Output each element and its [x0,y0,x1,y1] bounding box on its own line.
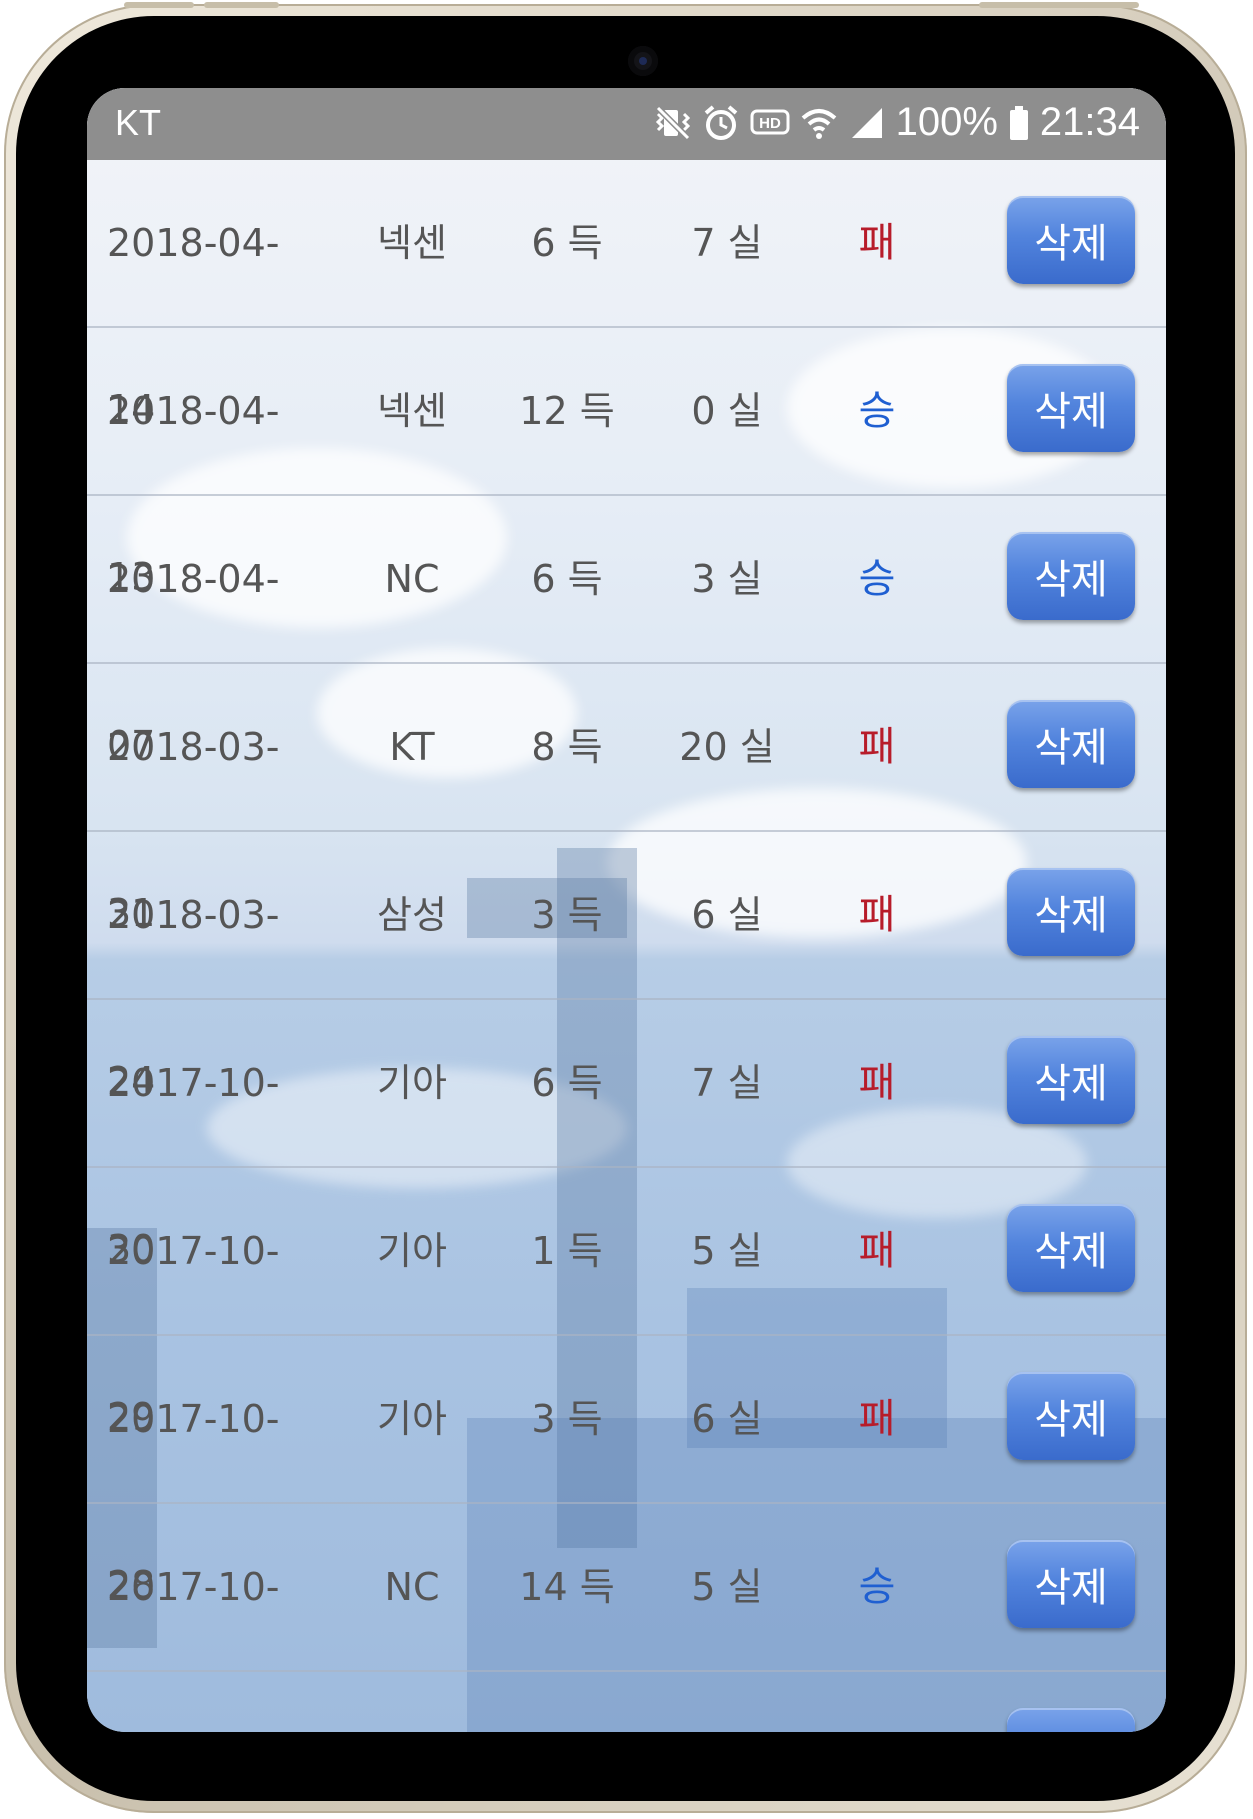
game-date: 2018-03-31 [107,725,280,935]
runs-allowed: 20 실 [679,725,775,769]
runs-allowed: 5 실 [691,1229,763,1273]
game-result: 패 [858,1060,896,1106]
game-result: 승 [858,1564,896,1610]
delete-button[interactable]: 삭제 [1007,364,1135,452]
list-item: 2018-04-13 넥센 12 득 0 실 승 삭제 [87,328,1166,599]
delete-button[interactable]: 삭제 [1007,868,1135,956]
game-date: 2017-10-29 [107,1229,280,1439]
signal-icon [848,104,886,142]
volume-button [204,2,279,8]
volume-button [124,2,194,8]
opponent-team: 넥센 [377,221,447,265]
game-result: 패 [858,1396,896,1442]
list-item [87,1672,1166,1732]
status-bar: KT HD 100% 21:34 [87,88,1166,160]
delete-button[interactable]: 삭제 [1007,532,1135,620]
list-item: 2018-04-07 NC 6 득 3 실 승 삭제 [87,496,1166,767]
screen: KT HD 100% 21:34 2018-04-14 넥센 6 득 7 실 패… [87,88,1166,1732]
battery-percent: 100% [895,100,998,144]
delete-button[interactable]: 삭제 [1007,1204,1135,1292]
clock: 21:34 [1039,100,1140,144]
game-date: 2018-04-13 [107,389,280,599]
list-item: 2018-04-14 넥센 6 득 7 실 패 삭제 [87,160,1166,431]
game-result: 패 [858,724,896,770]
runs-allowed: 5 실 [691,1565,763,1609]
delete-button[interactable]: 삭제 [1007,700,1135,788]
game-result: 패 [858,1228,896,1274]
runs-scored: 1 득 [531,1229,603,1273]
runs-scored: 3 득 [531,893,603,937]
opponent-team: NC [384,557,440,601]
runs-allowed: 6 실 [691,1397,763,1441]
game-record-list: 2018-04-14 넥센 6 득 7 실 패 삭제 2018-04-13 넥센… [87,160,1166,1732]
list-item: 2017-10-21 NC 14 득 5 실 승 삭제 [87,1504,1166,1732]
runs-scored: 6 득 [531,557,603,601]
opponent-team: KT [389,725,435,769]
opponent-team: 기아 [377,1397,447,1441]
runs-scored: 14 득 [519,1565,615,1609]
game-result: 패 [858,892,896,938]
list-item: 2017-10-29 기아 1 득 5 실 패 삭제 [87,1168,1166,1439]
list-item: 2017-10-30 기아 6 득 7 실 패 삭제 [87,1000,1166,1271]
vibrate-off-icon [654,104,692,142]
opponent-team: 기아 [377,1061,447,1105]
list-item: 2018-03-31 KT 8 득 20 실 패 삭제 [87,664,1166,935]
runs-allowed: 6 실 [691,893,763,937]
opponent-team: NC [384,1565,440,1609]
delete-button[interactable]: 삭제 [1007,196,1135,284]
opponent-team: 넥센 [377,389,447,433]
game-date: 2018-04-14 [107,221,280,431]
runs-scored: 3 득 [531,1397,603,1441]
game-date: 2017-10-30 [107,1061,280,1271]
power-button [979,2,1139,8]
runs-allowed: 7 실 [691,1061,763,1105]
wifi-icon [800,104,838,142]
runs-allowed: 3 실 [691,557,763,601]
list-item: 2018-03-24 삼성 3 득 6 실 패 삭제 [87,832,1166,1103]
svg-text:HD: HD [759,115,781,132]
runs-allowed: 0 실 [691,389,763,433]
opponent-team: 삼성 [377,893,447,937]
delete-button[interactable] [1007,1708,1135,1732]
list-item: 2017-10-28 기아 3 득 6 실 패 삭제 [87,1336,1166,1607]
hd-icon: HD [750,104,790,142]
alarm-icon [702,104,740,142]
game-result: 승 [858,388,896,434]
runs-scored: 8 득 [531,725,603,769]
runs-scored: 6 득 [531,1061,603,1105]
runs-scored: 12 득 [519,389,615,433]
delete-button[interactable]: 삭제 [1007,1372,1135,1460]
game-date: 2017-10-28 [107,1397,280,1607]
battery-icon [1008,104,1030,142]
delete-button[interactable]: 삭제 [1007,1036,1135,1124]
game-result: 패 [858,220,896,266]
game-date: 2018-04-07 [107,557,280,767]
delete-button[interactable]: 삭제 [1007,1540,1135,1628]
game-date: 2017-10-21 [107,1565,280,1732]
runs-scored: 6 득 [531,221,603,265]
carrier-label: KT [115,102,162,143]
game-result: 승 [858,556,896,602]
game-date: 2018-03-24 [107,893,280,1103]
runs-allowed: 7 실 [691,221,763,265]
opponent-team: 기아 [377,1229,447,1273]
front-camera [628,46,658,76]
